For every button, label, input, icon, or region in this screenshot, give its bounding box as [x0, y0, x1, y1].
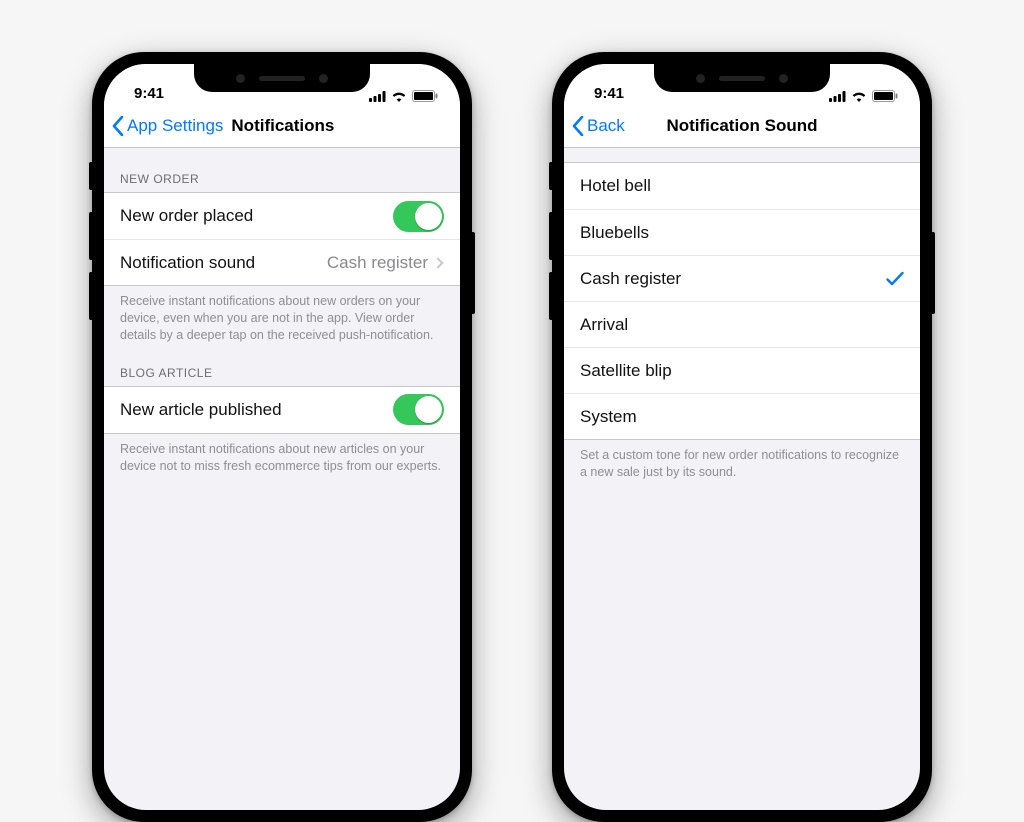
checkmark-icon — [886, 271, 904, 287]
section-header-blog: BLOG ARTICLE — [104, 360, 460, 386]
row-label: System — [580, 407, 904, 427]
device-notch — [654, 64, 830, 92]
cellular-icon — [829, 91, 846, 102]
wifi-icon — [391, 90, 407, 102]
section-footer-new-order: Receive instant notifications about new … — [104, 286, 460, 360]
cellular-icon — [369, 91, 386, 102]
battery-icon — [412, 90, 438, 102]
chevron-left-icon — [572, 116, 584, 136]
sound-option-system[interactable]: System — [564, 393, 920, 439]
row-value: Cash register — [327, 253, 428, 273]
sound-option-bluebells[interactable]: Bluebells — [564, 209, 920, 255]
phone-sound-picker: 9:41 Bac — [552, 52, 932, 822]
sound-option-cash-register[interactable]: Cash register — [564, 255, 920, 301]
device-notch — [194, 64, 370, 92]
row-new-article-published[interactable]: New article published — [104, 387, 460, 433]
row-label: Cash register — [580, 269, 886, 289]
row-label: Arrival — [580, 315, 904, 335]
row-label: Bluebells — [580, 223, 904, 243]
row-label: Satellite blip — [580, 361, 904, 381]
battery-icon — [872, 90, 898, 102]
sound-option-arrival[interactable]: Arrival — [564, 301, 920, 347]
nav-back-label: Back — [587, 116, 625, 136]
status-time: 9:41 — [134, 85, 164, 104]
row-notification-sound[interactable]: Notification sound Cash register — [104, 239, 460, 285]
wifi-icon — [851, 90, 867, 102]
nav-back-button[interactable]: Back — [572, 116, 625, 136]
row-label: Hotel bell — [580, 176, 904, 196]
row-label: New article published — [120, 400, 393, 420]
toggle-new-article[interactable] — [393, 394, 444, 425]
section-header-new-order: NEW ORDER — [104, 166, 460, 192]
row-label: Notification sound — [120, 253, 327, 273]
sound-option-hotel-bell[interactable]: Hotel bell — [564, 163, 920, 209]
nav-bar: Back Notification Sound — [564, 104, 920, 148]
nav-back-label: App Settings — [127, 116, 223, 136]
chevron-right-icon — [432, 257, 443, 268]
sound-option-satellite-blip[interactable]: Satellite blip — [564, 347, 920, 393]
nav-back-button[interactable]: App Settings — [112, 116, 223, 136]
chevron-left-icon — [112, 116, 124, 136]
nav-bar: App Settings Notifications — [104, 104, 460, 148]
toggle-new-order[interactable] — [393, 201, 444, 232]
section-footer-sounds: Set a custom tone for new order notifica… — [564, 440, 920, 497]
status-time: 9:41 — [594, 85, 624, 104]
row-label: New order placed — [120, 206, 393, 226]
nav-title: Notifications — [231, 116, 334, 136]
section-footer-blog: Receive instant notifications about new … — [104, 434, 460, 491]
row-new-order-placed[interactable]: New order placed — [104, 193, 460, 239]
phone-notifications: 9:41 App — [92, 52, 472, 822]
